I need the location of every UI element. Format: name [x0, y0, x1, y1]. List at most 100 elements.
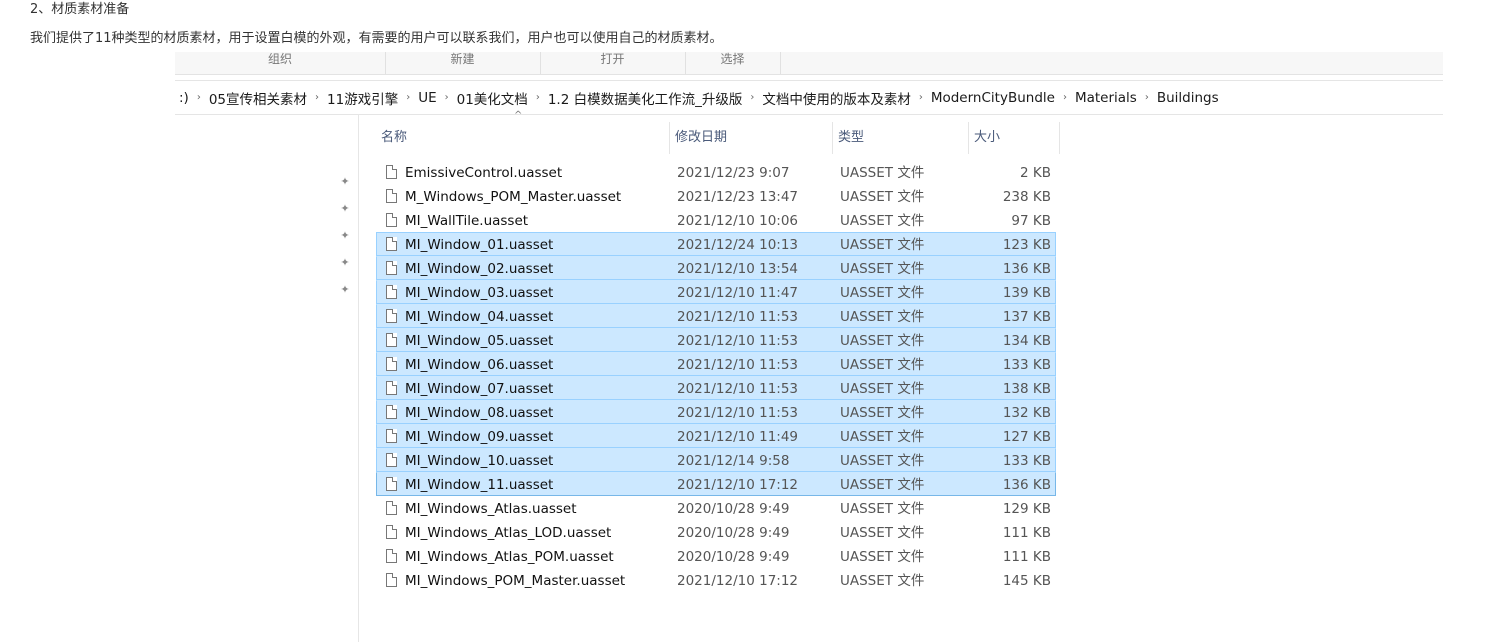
doc-heading: 2、材质素材准备 — [30, 2, 130, 17]
file-type: UASSET 文件 — [840, 357, 925, 373]
navigation-pane: ✦ ✦ ✦ ✦ ✦ — [175, 114, 359, 642]
file-row[interactable]: MI_Window_11.uasset 2021/12/10 17:12 UASSE… — [376, 472, 1056, 496]
column-header-date[interactable]: 修改日期 — [670, 122, 833, 154]
file-icon — [386, 429, 397, 443]
ribbon-group-open[interactable]: 打开 — [540, 52, 686, 74]
file-type: UASSET 文件 — [840, 381, 925, 397]
file-row[interactable]: MI_Window_01.uasset 2021/12/24 10:13 UASSE… — [376, 232, 1056, 256]
file-type: UASSET 文件 — [840, 573, 925, 589]
breadcrumb-item[interactable]: Buildings — [1153, 90, 1223, 106]
ribbon-group-select[interactable]: 选择 — [685, 52, 781, 74]
file-modified-date: 2021/12/10 11:53 — [677, 405, 799, 421]
chevron-right-icon[interactable]: › — [193, 92, 205, 103]
file-modified-date: 2021/12/10 11:53 — [677, 357, 799, 373]
breadcrumb-item[interactable]: Materials — [1071, 90, 1141, 106]
ribbon-group-new[interactable]: 新建 — [385, 52, 541, 74]
chevron-right-icon[interactable]: › — [1141, 92, 1153, 103]
file-row[interactable]: MI_Window_02.uasset 2021/12/10 13:54 UASSE… — [376, 256, 1056, 280]
pin-icon[interactable]: ✦ — [339, 203, 351, 215]
file-icon — [386, 405, 397, 419]
file-row[interactable]: MI_Window_06.uasset 2021/12/10 11:53 UASSE… — [376, 352, 1056, 376]
file-type: UASSET 文件 — [840, 285, 925, 301]
file-size: 123 KB — [1002, 237, 1051, 253]
pin-icon[interactable]: ✦ — [339, 176, 351, 188]
column-header-size[interactable]: 大小 — [969, 122, 1060, 154]
breadcrumb-item[interactable]: :) — [175, 90, 193, 106]
pin-icon[interactable]: ✦ — [339, 257, 351, 269]
file-modified-date: 2021/12/10 10:06 — [677, 213, 799, 229]
file-type: UASSET 文件 — [840, 453, 925, 469]
file-size: 111 KB — [1002, 525, 1051, 541]
file-modified-date: 2021/12/14 9:58 — [677, 453, 790, 469]
file-name: MI_WallTile.uasset — [405, 213, 529, 229]
chevron-right-icon[interactable]: › — [746, 92, 758, 103]
file-name: MI_Windows_Atlas.uasset — [405, 501, 577, 517]
file-row[interactable]: MI_Window_05.uasset 2021/12/10 11:53 UASSE… — [376, 328, 1056, 352]
file-row[interactable]: MI_Window_10.uasset 2021/12/14 9:58 UASSET… — [376, 448, 1056, 472]
file-row[interactable]: MI_Windows_Atlas_LOD.uasset 2020/10/28 9:… — [376, 520, 1056, 544]
file-row[interactable]: MI_Window_09.uasset 2021/12/10 11:49 UASSE… — [376, 424, 1056, 448]
file-type: UASSET 文件 — [840, 309, 925, 325]
file-row[interactable]: MI_Window_07.uasset 2021/12/10 11:53 UASSE… — [376, 376, 1056, 400]
file-icon — [386, 261, 397, 275]
chevron-right-icon[interactable]: › — [311, 92, 323, 103]
file-icon — [386, 381, 397, 395]
file-icon — [386, 357, 397, 371]
column-header-type[interactable]: 类型 — [833, 122, 969, 154]
chevron-right-icon[interactable]: › — [441, 92, 453, 103]
file-size: 127 KB — [1002, 429, 1051, 445]
file-modified-date: 2021/12/10 17:12 — [677, 477, 799, 493]
file-icon — [386, 237, 397, 251]
pin-icon[interactable]: ✦ — [339, 230, 351, 242]
file-name: MI_Window_03.uasset — [405, 285, 554, 301]
doc-intro: 我们提供了11种类型的材质素材，用于设置白模的外观，有需要的用户可以联系我们，用… — [30, 31, 723, 46]
chevron-right-icon[interactable]: › — [532, 92, 544, 103]
file-name: MI_Windows_Atlas_POM.uasset — [405, 549, 614, 565]
breadcrumb-item[interactable]: UE — [414, 90, 440, 106]
file-size: 137 KB — [1002, 309, 1051, 325]
column-header-name[interactable]: 名称 — [376, 122, 670, 154]
file-name: MI_Window_02.uasset — [405, 261, 554, 277]
file-modified-date: 2020/10/28 9:49 — [677, 549, 790, 565]
file-type: UASSET 文件 — [840, 525, 925, 541]
file-name: MI_Window_07.uasset — [405, 381, 554, 397]
file-modified-date: 2021/12/10 11:53 — [677, 309, 799, 325]
file-row[interactable]: M_Windows_POM_Master.uasset 2021/12/23 13… — [376, 184, 1056, 208]
pin-icon[interactable]: ✦ — [339, 284, 351, 296]
file-row[interactable]: MI_Window_04.uasset 2021/12/10 11:53 UASSE… — [376, 304, 1056, 328]
breadcrumb-item[interactable]: ModernCityBundle — [927, 90, 1059, 106]
file-row[interactable]: MI_Windows_Atlas.uasset 2020/10/28 9:49 UA… — [376, 496, 1056, 520]
file-name: MI_Windows_POM_Master.uasset — [405, 573, 626, 589]
file-size: 111 KB — [1002, 549, 1051, 565]
file-row[interactable]: MI_Window_03.uasset 2021/12/10 11:47 UASSE… — [376, 280, 1056, 304]
file-modified-date: 2021/12/10 11:53 — [677, 333, 799, 349]
breadcrumb-item[interactable]: 11游戏引擎 — [323, 88, 402, 108]
chevron-right-icon[interactable]: › — [402, 92, 414, 103]
file-row[interactable]: MI_Windows_Atlas_POM.uasset 2020/10/28 9:… — [376, 544, 1056, 568]
file-row[interactable]: MI_Window_08.uasset 2021/12/10 11:53 UASSE… — [376, 400, 1056, 424]
file-type: UASSET 文件 — [840, 213, 925, 229]
file-icon — [386, 189, 397, 203]
breadcrumb-item[interactable]: 文档中使用的版本及素材 — [758, 88, 915, 108]
file-size: 145 KB — [1002, 573, 1051, 589]
file-row[interactable]: MI_WallTile.uasset 2021/12/10 10:06 UASSET… — [376, 208, 1056, 232]
chevron-right-icon[interactable]: › — [915, 92, 927, 103]
file-row[interactable]: EmissiveControl.uasset 2021/12/23 9:07 UAS… — [376, 160, 1056, 184]
file-type: UASSET 文件 — [840, 189, 925, 205]
breadcrumb-item[interactable]: 01美化文档 — [453, 88, 532, 108]
file-icon — [386, 501, 397, 515]
file-name: MI_Window_06.uasset — [405, 357, 554, 373]
breadcrumb-item[interactable]: 05宣传相关素材 — [205, 88, 311, 108]
file-size: 139 KB — [1002, 285, 1051, 301]
file-name: MI_Window_08.uasset — [405, 405, 554, 421]
breadcrumb-item[interactable]: 1.2 白模数据美化工作流_升级版 — [544, 88, 747, 108]
ribbon-group-organize[interactable]: 组织 — [175, 52, 386, 74]
address-bar-breadcrumb[interactable]: :) › 05宣传相关素材 › 11游戏引擎 › UE › 01美化文档 › 1.2 白模数据美化工… — [175, 80, 1443, 115]
file-size: 136 KB — [1002, 261, 1051, 277]
file-icon — [386, 453, 397, 467]
file-type: UASSET 文件 — [840, 477, 925, 493]
chevron-right-icon[interactable]: › — [1059, 92, 1071, 103]
file-row[interactable]: MI_Windows_POM_Master.uasset 2021/12/10 1… — [376, 568, 1056, 592]
file-type: UASSET 文件 — [840, 261, 925, 277]
file-modified-date: 2021/12/10 11:49 — [677, 429, 799, 445]
